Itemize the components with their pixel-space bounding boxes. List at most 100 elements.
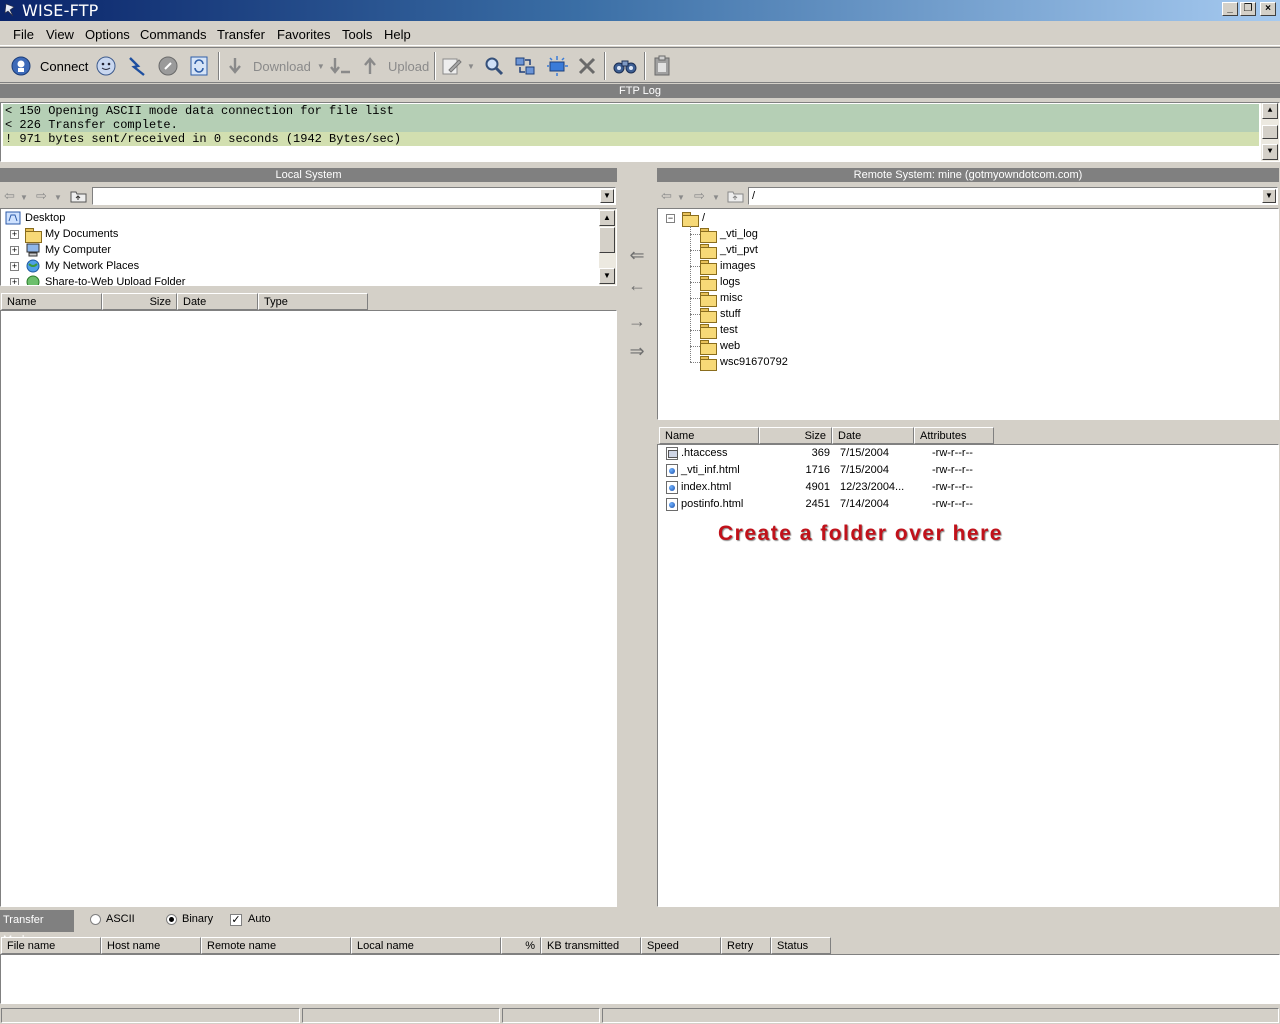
menu-tools[interactable]: Tools xyxy=(342,27,372,42)
column-header-host-name[interactable]: Host name xyxy=(101,937,201,954)
download-button[interactable]: Download ▼ xyxy=(225,53,325,79)
file-row[interactable]: _vti_inf.html 1716 7/15/2004 -rw-r--r-- xyxy=(660,462,1260,479)
expand-icon[interactable]: + xyxy=(10,246,19,255)
quick-connect-button[interactable] xyxy=(95,53,117,79)
download-all-arrow-icon[interactable]: ⇐ xyxy=(624,242,650,268)
menu-favorites[interactable]: Favorites xyxy=(277,27,330,42)
download-as-button[interactable] xyxy=(328,53,352,79)
scroll-up-icon[interactable]: ▲ xyxy=(1262,103,1278,119)
chevron-down-icon[interactable]: ▼ xyxy=(600,189,614,203)
menu-help[interactable]: Help xyxy=(384,27,411,42)
local-forward-dropdown-icon[interactable]: ▼ xyxy=(54,193,62,202)
file-attributes: -rw-r--r-- xyxy=(932,447,973,459)
column-header-file-name[interactable]: File name xyxy=(1,937,101,954)
column-header-date[interactable]: Date xyxy=(177,293,258,310)
menu-options[interactable]: Options xyxy=(85,27,130,42)
scroll-thumb[interactable] xyxy=(1262,125,1278,139)
file-row[interactable]: postinfo.html 2451 7/14/2004 -rw-r--r-- xyxy=(660,496,1260,513)
remote-path-combo[interactable]: / ▼ xyxy=(748,187,1278,205)
remote-up-folder-icon[interactable] xyxy=(727,189,744,203)
column-header-speed[interactable]: Speed xyxy=(641,937,721,954)
remote-forward-icon[interactable]: ⇨ xyxy=(694,188,705,204)
find-button[interactable] xyxy=(483,53,505,79)
title-bar[interactable]: WISE-FTP _ ❐ × xyxy=(0,0,1280,21)
column-header-date[interactable]: Date xyxy=(832,427,914,444)
column-header-status[interactable]: Status xyxy=(771,937,831,954)
open-folder-icon xyxy=(682,212,699,227)
local-path-combo[interactable]: ▼ xyxy=(92,187,616,205)
column-header-retry[interactable]: Retry xyxy=(721,937,771,954)
upload-arrow-icon[interactable]: → xyxy=(624,308,650,334)
upload-arrow-icon xyxy=(364,57,376,74)
file-date: 7/15/2004 xyxy=(840,447,889,459)
transfer-queue-list[interactable] xyxy=(0,954,1280,1004)
minimize-button[interactable]: _ xyxy=(1222,2,1238,16)
column-header-kb-transmitted[interactable]: KB transmitted xyxy=(541,937,641,954)
disconnect-button[interactable] xyxy=(126,53,148,79)
column-header-remote-name[interactable]: Remote name xyxy=(201,937,351,954)
scroll-down-icon[interactable]: ▼ xyxy=(599,268,615,284)
expand-icon[interactable]: + xyxy=(10,230,19,239)
column-header-local-name[interactable]: Local name xyxy=(351,937,501,954)
connect-button[interactable]: Connect xyxy=(10,53,88,79)
auto-checkbox[interactable]: ✓ xyxy=(230,914,242,926)
remote-file-list[interactable]: .htaccess 369 7/15/2004 -rw-r--r-- _vti_inf.… xyxy=(657,444,1279,907)
upload-all-arrow-icon[interactable]: ⇒ xyxy=(624,338,650,364)
download-dropdown-icon[interactable]: ▼ xyxy=(317,62,325,71)
log-scrollbar[interactable]: ▲ ▼ xyxy=(1261,103,1279,161)
edit-dropdown-icon[interactable]: ▼ xyxy=(467,62,475,71)
remote-list-header: Name Size Date Attributes xyxy=(659,427,1278,444)
view-button[interactable] xyxy=(612,53,638,79)
sync-button[interactable] xyxy=(545,53,569,79)
stop-button[interactable] xyxy=(157,53,179,79)
local-back-icon[interactable]: ⇦ xyxy=(4,188,15,204)
close-button[interactable]: × xyxy=(1260,2,1276,16)
column-header-percent[interactable]: % xyxy=(501,937,541,954)
menu-view[interactable]: View xyxy=(46,27,74,42)
menu-transfer[interactable]: Transfer xyxy=(217,27,265,42)
column-header-type[interactable]: Type xyxy=(258,293,368,310)
column-header-name[interactable]: Name xyxy=(1,293,102,310)
collapse-icon[interactable]: − xyxy=(666,214,675,223)
ascii-radio[interactable] xyxy=(90,914,101,925)
connect-icon xyxy=(11,56,31,76)
local-back-dropdown-icon[interactable]: ▼ xyxy=(20,193,28,202)
refresh-icon xyxy=(190,56,208,76)
edit-button[interactable]: ▼ xyxy=(441,53,475,79)
column-header-attributes[interactable]: Attributes xyxy=(914,427,994,444)
refresh-button[interactable] xyxy=(188,53,210,79)
expand-icon[interactable]: + xyxy=(10,278,19,285)
expand-icon[interactable]: + xyxy=(10,262,19,271)
remote-back-dropdown-icon[interactable]: ▼ xyxy=(677,193,685,202)
transfer-mode-label: Transfer Mode xyxy=(0,910,74,946)
file-row[interactable]: index.html 4901 12/23/2004... -rw-r--r-- xyxy=(660,479,1260,496)
binary-radio[interactable] xyxy=(166,914,177,925)
delete-button[interactable] xyxy=(576,53,598,79)
download-arrow-icon[interactable]: ← xyxy=(624,272,650,298)
tree-connector-line xyxy=(690,250,700,251)
folder-icon xyxy=(700,308,717,323)
local-tree-scrollbar[interactable]: ▲ ▼ xyxy=(599,209,616,285)
scroll-up-icon[interactable]: ▲ xyxy=(599,210,615,226)
file-row[interactable]: .htaccess 369 7/15/2004 -rw-r--r-- xyxy=(660,445,1260,462)
column-header-name[interactable]: Name xyxy=(659,427,759,444)
local-up-folder-icon[interactable] xyxy=(70,189,87,203)
restore-button[interactable]: ❐ xyxy=(1240,2,1256,16)
local-forward-icon[interactable]: ⇨ xyxy=(36,188,47,204)
menu-commands[interactable]: Commands xyxy=(140,27,206,42)
remote-forward-dropdown-icon[interactable]: ▼ xyxy=(712,193,720,202)
toolbar-separator xyxy=(644,52,646,80)
compare-button[interactable] xyxy=(514,53,536,79)
local-file-list[interactable] xyxy=(0,310,617,907)
upload-button[interactable]: Upload xyxy=(360,53,429,79)
column-header-size[interactable]: Size xyxy=(759,427,832,444)
menu-file[interactable]: File xyxy=(13,27,34,42)
chevron-down-icon[interactable]: ▼ xyxy=(1262,189,1276,203)
remote-back-icon[interactable]: ⇦ xyxy=(661,188,672,204)
scroll-thumb[interactable] xyxy=(599,227,615,253)
column-header-size[interactable]: Size xyxy=(102,293,177,310)
scroll-down-icon[interactable]: ▼ xyxy=(1262,144,1278,160)
file-size: 1716 xyxy=(805,464,830,476)
annotation-text: Create a folder over here xyxy=(718,522,1003,545)
clipboard-button[interactable] xyxy=(651,53,673,79)
